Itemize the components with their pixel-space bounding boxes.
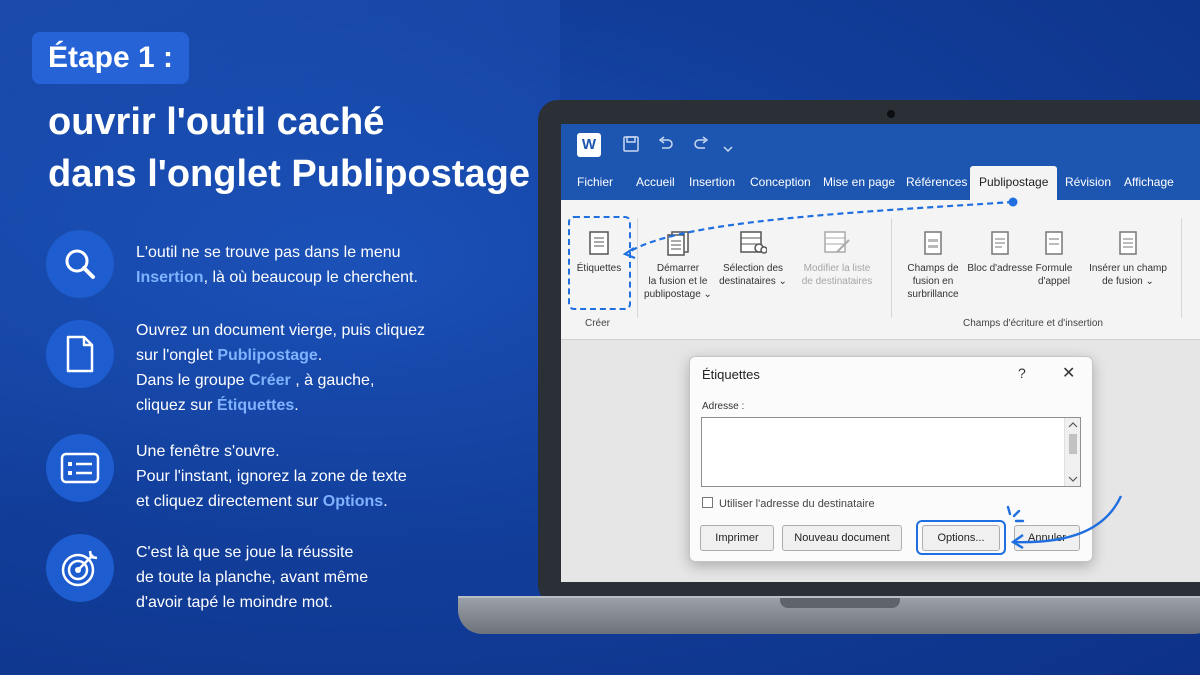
step-2-line-2-pre: sur l'onglet [136,347,218,364]
step-3-line-1: Une fenêtre s'ouvre. [136,443,280,460]
step-1-highlight: Insertion [136,269,204,286]
step-3-line-3: et cliquez directement sur Options. [136,489,476,514]
step-1-line-2-rest: , là où beaucoup le cherchent. [203,269,418,286]
step-3-highlight-options: Options [322,493,384,510]
step-2-line-2: sur l'onglet Publipostage. [136,343,476,368]
step-1-line-1: L'outil ne se trouve pas dans le menu [136,244,401,261]
arrow-origin-dot [1008,197,1018,207]
arrow-head [622,247,636,260]
step-2-highlight-creer: Créer [248,372,291,389]
annotation-arrows [622,197,1123,550]
document-icon [46,320,114,388]
word-window: W Fichier Accueil Insertion Conception M… [561,124,1200,582]
step-2-line-4: cliquez sur Étiquettes. [136,393,476,418]
spark-line [1006,505,1012,516]
step-badge: Étape 1 : [32,32,190,84]
step-2-highlight-publipostage: Publipostage [217,347,318,364]
step-4-line-1: C'est là que se joue la réussite [136,544,354,561]
step-3-line-3-pre: et cliquez directement sur [136,493,323,510]
step-2-line-3: Dans le groupe Créer , à gauche, [136,368,476,393]
form-window-icon [46,434,114,502]
search-icon [46,230,114,298]
dashed-arrow-to-etiquettes [628,200,1014,253]
step-2-line-4-post: . [294,397,299,414]
step-1-line-2: Insertion, là où beaucoup le cherchent. [136,265,476,290]
spark-line [1012,509,1021,518]
step-2-line-2-post: . [317,347,323,364]
step-2-line-3-post: , à gauche, [290,372,375,389]
arrow-to-options [1012,495,1123,544]
step-2-line-4-pre: cliquez sur [136,397,217,414]
headline-line-2: dans l'onglet Publipostage [48,153,530,195]
step-4-line-2: de toute la planche, avant même [136,569,369,586]
webcam [887,110,895,118]
step-4-line-3: d'avoir tapé le moindre mot. [136,594,333,611]
step-3-line-2: Pour l'instant, ignorez la zone de texte [136,468,407,485]
headline: ouvrir l'outil caché dans l'onglet Publi… [48,96,548,200]
laptop-notch [780,598,900,608]
step-3-line-3-post: . [383,493,388,510]
headline-line-1: ouvrir l'outil caché [48,101,385,143]
target-icon [46,534,114,602]
step-2-line-3-pre: Dans le groupe [136,372,249,389]
step-2-highlight-etiquettes: Étiquettes [216,397,295,414]
step-2-line-1: Ouvrez un document vierge, puis cliquez [136,322,426,339]
